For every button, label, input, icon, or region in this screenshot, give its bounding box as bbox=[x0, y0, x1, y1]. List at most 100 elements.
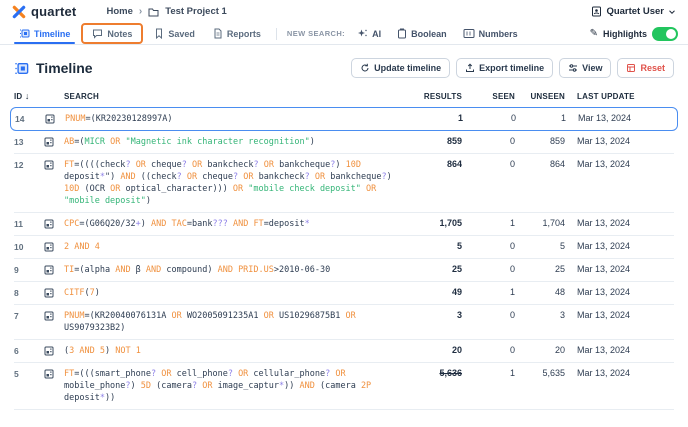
query-segment: =( bbox=[74, 137, 84, 147]
seen-value: 0 bbox=[462, 241, 515, 251]
row-id: 14 bbox=[15, 113, 45, 124]
brand-name: quartet bbox=[31, 4, 76, 19]
search-query[interactable]: FT=((((check? OR cheque? OR bankcheck? O… bbox=[64, 159, 394, 207]
user-badge-icon bbox=[591, 6, 602, 17]
query-segment: "mobile check deposit" bbox=[248, 184, 361, 194]
query-segment: OR bbox=[366, 184, 376, 194]
new-search-numbers[interactable]: Numbers bbox=[455, 23, 526, 44]
query-segment: (camera bbox=[315, 381, 361, 391]
results-value: 49 bbox=[394, 287, 462, 297]
new-search-boolean[interactable]: Boolean bbox=[389, 23, 455, 44]
query-segment: AB bbox=[64, 137, 74, 147]
query-segment: ? bbox=[125, 160, 130, 170]
table-row[interactable]: 11 CPC=(G06Q20/32+) AND TAC=bank??? AND F… bbox=[14, 213, 674, 236]
query-segment: =(((smart_phone bbox=[74, 369, 151, 379]
column-search[interactable]: SEARCH bbox=[64, 92, 394, 101]
search-query[interactable]: PNUM=(KR20230128997A) bbox=[65, 113, 395, 125]
last-update-value: Mar 13, 2024 bbox=[577, 264, 674, 274]
unseen-value: 3 bbox=[515, 310, 565, 320]
table-row[interactable]: 102 AND 4505Mar 13, 2024 bbox=[14, 236, 674, 259]
search-query[interactable]: FT=(((smart_phone? OR cell_phone? OR cel… bbox=[64, 368, 394, 404]
table-row[interactable]: 6(3 AND 5) NOT 120020Mar 13, 2024 bbox=[14, 340, 674, 363]
query-segment: =(G06Q20/32 bbox=[79, 219, 135, 229]
breadcrumb: Home › Test Project 1 bbox=[106, 6, 226, 17]
table-row[interactable]: 5FT=(((smart_phone? OR cell_phone? OR ce… bbox=[14, 363, 674, 410]
results-value: 5,636 bbox=[394, 368, 462, 378]
unseen-value: 20 bbox=[515, 345, 565, 355]
row-id: 9 bbox=[14, 264, 44, 275]
column-last-update[interactable]: LAST UPDATE bbox=[577, 92, 674, 101]
row-id: 11 bbox=[14, 218, 44, 229]
query-segment: )) bbox=[105, 393, 115, 403]
new-search-ai[interactable]: AI bbox=[349, 23, 389, 44]
unseen-value: 5,635 bbox=[515, 368, 565, 378]
highlights-toggle[interactable] bbox=[652, 27, 678, 41]
table-row[interactable]: 14PNUM=(KR20230128997A)101Mar 13, 2024 bbox=[10, 107, 678, 131]
view-button[interactable]: View bbox=[559, 58, 611, 78]
search-query[interactable]: PNUM=(KR20040076131A OR WO2005091235A1 O… bbox=[64, 310, 394, 334]
search-query[interactable]: CPC=(G06Q20/32+) AND TAC=bank??? AND FT=… bbox=[64, 218, 394, 230]
search-type-icon[interactable] bbox=[44, 310, 64, 321]
search-type-icon[interactable] bbox=[44, 159, 64, 170]
search-query[interactable]: 2 AND 4 bbox=[64, 241, 394, 253]
column-seen[interactable]: SEEN bbox=[462, 92, 515, 101]
search-query[interactable]: AB=(MICR OR "Magnetic ink character reco… bbox=[64, 136, 394, 148]
column-unseen[interactable]: UNSEEN bbox=[515, 92, 565, 101]
brand[interactable]: quartet bbox=[12, 4, 76, 19]
tab-notes[interactable]: Notes bbox=[83, 25, 141, 42]
query-segment: image_captur bbox=[213, 381, 280, 391]
table-row[interactable]: 13AB=(MICR OR "Magnetic ink character re… bbox=[14, 131, 674, 154]
tab-saved[interactable]: Saved bbox=[145, 23, 204, 44]
update-timeline-button[interactable]: Update timeline bbox=[351, 58, 450, 78]
query-segment: )) bbox=[284, 381, 299, 391]
table-row[interactable]: 8CITF(7)49148Mar 13, 2024 bbox=[14, 282, 674, 305]
tab-reports[interactable]: Reports bbox=[204, 23, 270, 44]
last-update-value: Mar 13, 2024 bbox=[577, 159, 674, 169]
search-type-icon[interactable] bbox=[44, 241, 64, 252]
query-segment: US10296875B1 bbox=[274, 311, 346, 321]
query-segment: deposit bbox=[64, 172, 100, 182]
search-type-icon[interactable] bbox=[44, 368, 64, 379]
breadcrumb-project[interactable]: Test Project 1 bbox=[165, 6, 227, 17]
highlights-label: Highlights bbox=[603, 29, 647, 39]
user-menu[interactable]: Quartet User bbox=[591, 6, 676, 17]
seen-value: 0 bbox=[462, 159, 515, 169]
tab-timeline[interactable]: Timeline bbox=[10, 23, 79, 44]
button-label: Update timeline bbox=[374, 63, 441, 73]
query-segment: FT bbox=[64, 369, 74, 379]
sort-desc-icon[interactable]: ↓ bbox=[25, 91, 30, 101]
query-segment: OR bbox=[192, 160, 202, 170]
last-update-value: Mar 13, 2024 bbox=[577, 218, 674, 228]
reset-button[interactable]: Reset bbox=[617, 58, 674, 78]
query-segment: OR bbox=[187, 172, 197, 182]
table-row[interactable]: 12FT=((((check? OR cheque? OR bankcheck?… bbox=[14, 154, 674, 213]
query-segment: TI bbox=[64, 265, 74, 275]
search-query[interactable]: CITF(7) bbox=[64, 287, 394, 299]
table-row[interactable]: 9 TI=(alpha AND β AND compound) AND PRID.… bbox=[14, 259, 674, 282]
chevron-down-icon bbox=[668, 8, 676, 16]
query-segment: OR bbox=[136, 160, 146, 170]
search-type-icon[interactable] bbox=[45, 113, 65, 124]
nav-divider bbox=[276, 28, 277, 40]
search-type-icon[interactable] bbox=[44, 287, 64, 298]
tab-label: Reports bbox=[227, 29, 261, 39]
export-timeline-button[interactable]: Export timeline bbox=[456, 58, 553, 78]
breadcrumb-home[interactable]: Home bbox=[106, 6, 132, 17]
tab-label: Timeline bbox=[34, 29, 70, 39]
column-id[interactable]: ID ↓ bbox=[14, 91, 44, 101]
search-query[interactable]: (3 AND 5) NOT 1 bbox=[64, 345, 394, 357]
query-segment: cell_phone bbox=[172, 369, 228, 379]
query-segment: =(KR20040076131A bbox=[84, 311, 171, 321]
column-results[interactable]: RESULTS bbox=[394, 92, 462, 101]
last-update-value: Mar 13, 2024 bbox=[577, 287, 674, 297]
unseen-value: 5 bbox=[515, 241, 565, 251]
row-id: 7 bbox=[14, 310, 44, 321]
query-segment: 10D bbox=[346, 160, 361, 170]
search-type-icon[interactable] bbox=[44, 218, 64, 229]
search-type-icon[interactable] bbox=[44, 136, 64, 147]
table-row[interactable]: 7 PNUM=(KR20040076131A OR WO2005091235A1 … bbox=[14, 305, 674, 340]
search-type-icon[interactable] bbox=[44, 345, 64, 356]
query-segment: ) bbox=[105, 346, 115, 356]
search-type-icon[interactable] bbox=[44, 264, 64, 275]
search-query[interactable]: TI=(alpha AND β AND compound) AND PRID.U… bbox=[64, 264, 394, 276]
